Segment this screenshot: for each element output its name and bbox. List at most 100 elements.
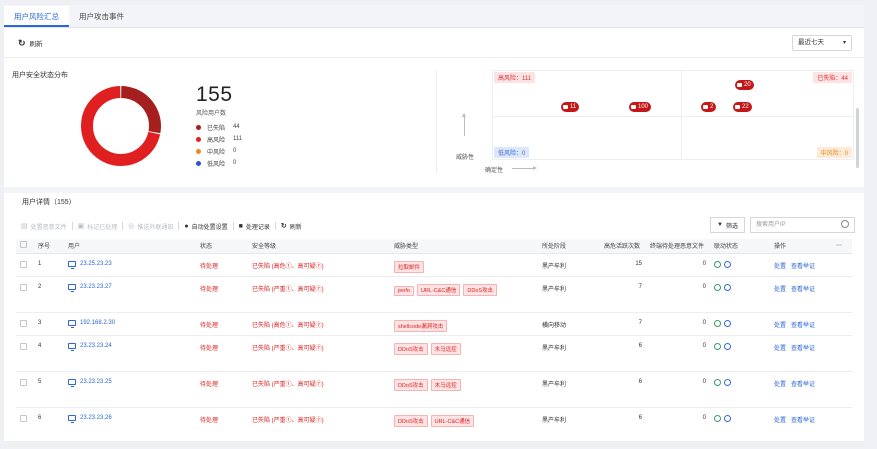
dispose-link[interactable]: 处置	[774, 320, 786, 329]
legend-item-mid: 中风险 0	[196, 145, 242, 157]
mark-handled-button[interactable]: ▣ 标记已处理	[73, 222, 123, 231]
view-evidence-link[interactable]: 查看举证	[791, 320, 815, 329]
dispose-link[interactable]: 处置	[774, 261, 786, 270]
dispose-link[interactable]: 处置	[774, 415, 786, 424]
user-ip-link[interactable]: 23.25.23.23	[68, 260, 192, 269]
legend-label: 中风险	[207, 149, 226, 156]
tab-user-risk-summary[interactable]: 用户风险汇总	[4, 6, 69, 27]
legend-label: 已失陷	[207, 125, 226, 132]
auto-dispose-settings-button[interactable]: ● 自动处置设置	[179, 222, 232, 231]
row-stage: 黑产牟利	[538, 253, 600, 277]
computer-icon	[68, 414, 76, 423]
user-ip-link[interactable]: 23.23.23.25	[68, 378, 192, 387]
action-label: 标记已处理	[87, 224, 118, 231]
checkbox[interactable]	[20, 283, 27, 291]
user-ip-link[interactable]: 23.23.23.27	[68, 283, 192, 292]
header-select-all[interactable]	[16, 239, 34, 254]
zone-low-risk: 低风险：0	[494, 147, 530, 158]
shield-icon	[724, 342, 731, 350]
refresh-button[interactable]: ↻ 刷新	[18, 38, 43, 49]
checkbox[interactable]	[20, 342, 27, 350]
check-icon: ▣	[77, 223, 85, 230]
process-records-button[interactable]: ■ 处理记录	[234, 222, 275, 231]
table-row[interactable]: 5 23.23.23.25 待处理 已失陷 (严重①、高可疑⑦) DDoS攻击 木马远控黑…	[16, 371, 852, 408]
table-refresh-button[interactable]: ↻ 刷新	[276, 222, 307, 231]
row-ops: 处置 查看举证	[770, 276, 832, 313]
tab-bar: 用户风险汇总 用户攻击事件	[4, 5, 864, 28]
checkbox[interactable]	[20, 241, 27, 249]
certainty-axis-arrow	[512, 166, 537, 170]
zone-high-risk: 高风险：111	[494, 72, 536, 83]
row-link-status	[710, 276, 770, 313]
link-status-icons	[714, 378, 766, 386]
chevron-down-icon: ▾	[842, 40, 846, 46]
user-ip: 192.168.2.30	[80, 319, 116, 326]
dispose-link[interactable]: 处置	[774, 343, 786, 352]
user-ip-link[interactable]: 192.168.2.30	[68, 319, 192, 328]
user-table: 序号 用户 状态 安全等级 威胁类型 所处阶段 高危活跃次数 终端待处理恶意文件…	[16, 239, 852, 441]
scrollbar[interactable]	[856, 108, 859, 168]
legend-item-low: 低风险 0	[196, 157, 242, 169]
row-select	[16, 253, 34, 277]
shield-icon	[724, 283, 731, 291]
row-user: 23.23.23.25	[64, 371, 196, 408]
ops: 处置 查看举证	[774, 320, 828, 329]
table-row[interactable]: 2 23.23.23.27 待处理 已失陷 (严重①、高可疑⑦) jeefo URL-C&…	[16, 276, 852, 313]
view-evidence-link[interactable]: 查看举证	[791, 379, 815, 388]
monitor-icon	[703, 105, 708, 109]
row-link-status	[710, 335, 770, 372]
column-settings-icon[interactable]: ⋯	[832, 239, 852, 254]
view-evidence-link[interactable]: 查看举证	[791, 415, 815, 424]
monitor-icon	[563, 105, 568, 109]
checkbox[interactable]	[20, 414, 27, 422]
row-ops: 处置 查看举证	[770, 407, 832, 441]
table-row[interactable]: 1 23.25.23.23 待处理 已失陷 (高危①、高可疑⑦) 拉取邮件 黑产牟利 15 0…	[16, 253, 852, 277]
row-select	[16, 335, 34, 372]
divider	[436, 70, 437, 174]
bubble-count: 20	[744, 82, 751, 88]
row-select	[16, 371, 34, 408]
tab-user-attack-events[interactable]: 用户攻击事件	[69, 6, 134, 27]
row-ops: 处置 查看举证	[770, 312, 832, 336]
threat-tag: DDoS攻击	[463, 283, 498, 296]
row-no: 2	[34, 276, 64, 313]
row-link-status	[710, 312, 770, 336]
matrix-bubble[interactable]: 100	[629, 102, 652, 112]
table-row[interactable]: 4 23.23.23.24 待处理 已失陷 (严重①、高可疑⑦) DDoS攻击 木马远控黑…	[16, 335, 852, 372]
view-evidence-link[interactable]: 查看举证	[791, 343, 815, 352]
checkbox[interactable]	[20, 260, 27, 268]
filter-button[interactable]: ▼ 筛选	[710, 217, 745, 233]
user-ip-link[interactable]: 23.23.23.26	[68, 414, 192, 423]
row-status: 待处理	[196, 312, 248, 336]
table-row[interactable]: 3 192.168.2.30 待处理 已失陷 (高危①、高可疑⑦) shellcode漏…	[16, 312, 852, 336]
row-level: 已失陷 (高危①、高可疑⑦)	[248, 312, 390, 336]
dispose-malware-button[interactable]: ▤ 处置恶意文件	[16, 222, 72, 231]
threat-tag: 木马远控	[430, 342, 461, 355]
filter-label: 筛选	[725, 223, 738, 230]
user-ip-link[interactable]: 23.23.23.24	[68, 342, 192, 351]
dispose-link[interactable]: 处置	[774, 379, 786, 388]
endpoint-icon	[714, 319, 721, 327]
matrix-bubble[interactable]: 2	[701, 102, 717, 112]
dispose-link[interactable]: 处置	[774, 284, 786, 293]
push-notice-button[interactable]: ◎ 推送外联通知	[123, 222, 178, 231]
status-legend: 已失陷 44 高风险 111 中风险 0 低风险 0	[196, 121, 242, 169]
shield-icon	[724, 378, 731, 386]
threat-tag: URL-C&C通信	[416, 283, 461, 296]
time-range-value: 最近七天	[798, 39, 824, 46]
search-input[interactable]: 搜索用户IP	[750, 217, 855, 233]
matrix-bubble[interactable]: 20	[735, 80, 754, 90]
row-count: 7	[600, 276, 646, 313]
row-extra	[832, 276, 852, 313]
checkbox[interactable]	[20, 378, 27, 386]
view-evidence-link[interactable]: 查看举证	[791, 261, 815, 270]
checkbox[interactable]	[20, 319, 27, 327]
matrix-bubble[interactable]: 11	[561, 102, 580, 112]
time-range-select[interactable]: 最近七天 ▾	[792, 35, 852, 51]
view-evidence-link[interactable]: 查看举证	[791, 284, 815, 293]
legend-value: 111	[233, 136, 243, 142]
table-row[interactable]: 6 23.23.23.26 待处理 已失陷 (严重①、高可疑⑦) DDoS攻击 URL-C…	[16, 407, 852, 441]
threat-tag: DDoS攻击	[394, 414, 428, 427]
row-count: 6	[600, 407, 646, 441]
matrix-bubble[interactable]: 22	[733, 102, 752, 112]
